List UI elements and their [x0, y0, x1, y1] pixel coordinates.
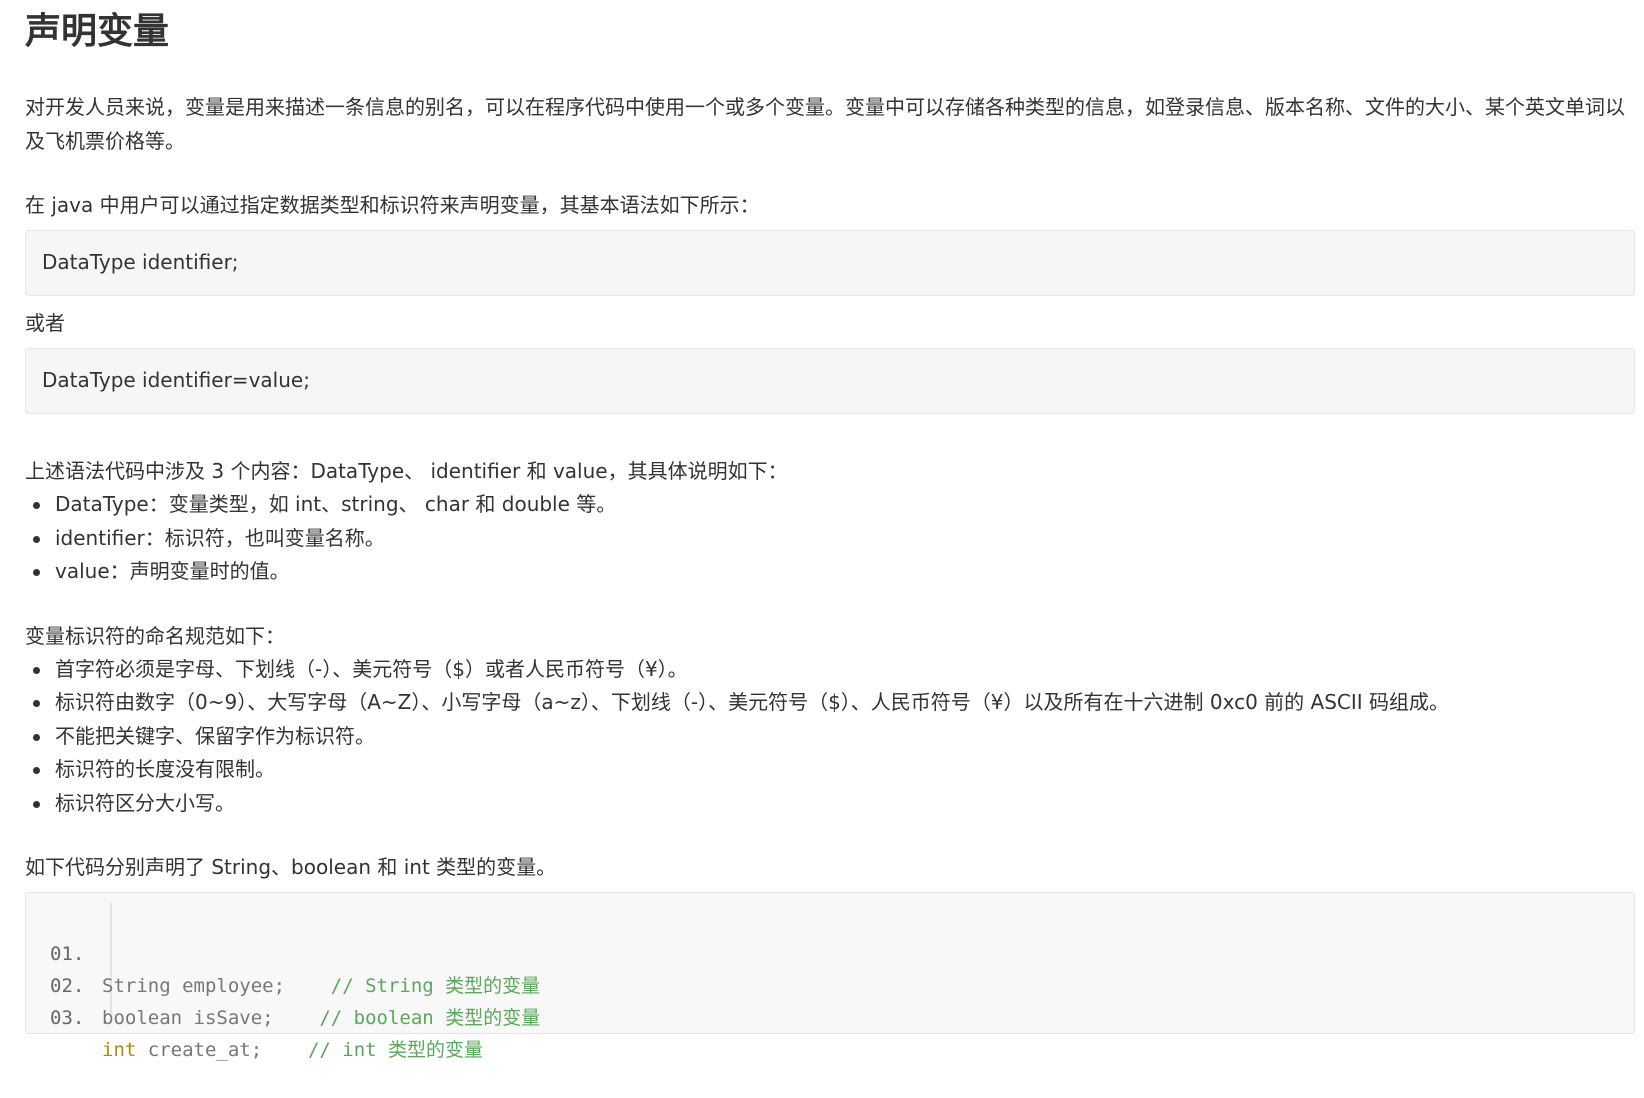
- bullet-icon: [33, 733, 40, 741]
- bullet-icon: [33, 502, 40, 509]
- explain-intro-paragraph: 上述语法代码中涉及 3 个内容：DataType、 identifier 和 v…: [25, 459, 788, 483]
- list-item: 标识符的长度没有限制。: [25, 753, 1635, 787]
- list-item-text: identifier：标识符，也叫变量名称。: [55, 525, 385, 550]
- bullet-icon: [33, 700, 40, 707]
- example-intro-paragraph: 如下代码分别声明了 String、boolean 和 int 类型的变量。: [25, 855, 557, 879]
- list-item-text: value：声明变量时的值。: [55, 559, 290, 583]
- list-item: 标识符由数字（0~9）、大写字母（A~Z）、小写字母（a~z）、下划线（-）、美…: [25, 686, 1635, 720]
- list-item: identifier：标识符，也叫变量名称。: [25, 522, 1635, 556]
- article-body: 声明变量 对开发人员来说，变量是用来描述一条信息的别名，可以在程序代码中使用一个…: [25, 0, 1635, 1061]
- code-line: 01. String employee; // String 类型的变量: [26, 906, 540, 997]
- list-item-text: 不能把关键字、保留字作为标识符。: [55, 723, 375, 748]
- syntax-code-block-2: DataType identifier=value;: [25, 348, 1635, 414]
- code-comment: // boolean 类型的变量: [319, 1007, 541, 1029]
- explain-list: DataType：变量类型，如 int、string、 char 和 doubl…: [25, 488, 1635, 589]
- bullet-icon: [33, 569, 40, 576]
- syntax-code-block-1: DataType identifier;: [25, 230, 1635, 296]
- list-item: 标识符区分大小写。: [25, 787, 1635, 821]
- code-text: boolean isSave; // boolean 类型的变量: [102, 1002, 540, 1034]
- naming-intro-paragraph: 变量标识符的命名规范如下：: [25, 623, 285, 648]
- syntax-intro-paragraph: 在 java 中用户可以通过指定数据类型和标识符来声明变量，其基本语法如下所示：: [25, 193, 760, 217]
- list-item-text: 标识符的长度没有限制。: [55, 757, 275, 781]
- code-text: String employee; // String 类型的变量: [102, 970, 540, 1002]
- naming-rules-list: 首字符必须是字母、下划线（-）、美元符号（$）或者人民币符号（¥）。 标识符由数…: [25, 653, 1635, 821]
- intro-paragraph: 对开发人员来说，变量是用来描述一条信息的别名，可以在程序代码中使用一个或多个变量…: [25, 95, 1625, 153]
- list-item-text: 首字符必须是字母、下划线（-）、美元符号（$）或者人民币符号（¥）。: [55, 656, 688, 681]
- code-line: 02. boolean isSave; // boolean 类型的变量: [26, 938, 540, 1029]
- bullet-icon: [33, 767, 40, 774]
- code-keyword: int: [102, 1039, 137, 1061]
- or-text: 或者: [25, 311, 65, 335]
- bullet-icon: [33, 535, 40, 543]
- list-item-text: 标识符区分大小写。: [55, 790, 235, 815]
- list-item: value：声明变量时的值。: [25, 555, 1635, 589]
- code-statement: boolean isSave;: [102, 1007, 274, 1029]
- code-text: int create_at; // int 类型的变量: [102, 1034, 483, 1066]
- code-statement: String employee;: [102, 975, 286, 997]
- code-statement: create_at;: [136, 1039, 263, 1061]
- page-title: 声明变量: [25, 11, 170, 52]
- bullet-icon: [33, 800, 40, 808]
- bullet-icon: [33, 666, 40, 674]
- list-item: 不能把关键字、保留字作为标识符。: [25, 720, 1635, 754]
- code-comment: // int 类型的变量: [307, 1039, 484, 1061]
- list-item-text: 标识符由数字（0~9）、大写字母（A~Z）、小写字母（a~z）、下划线（-）、美…: [55, 690, 1450, 714]
- code-listing: 01. String employee; // String 类型的变量 02.…: [25, 892, 1635, 1061]
- list-item: 首字符必须是字母、下划线（-）、美元符号（$）或者人民币符号（¥）。: [25, 653, 1635, 687]
- line-number: 03.: [50, 1007, 85, 1029]
- code-comment: // String 类型的变量: [330, 975, 541, 997]
- list-item-text: DataType：变量类型，如 int、string、 char 和 doubl…: [55, 492, 617, 516]
- list-item: DataType：变量类型，如 int、string、 char 和 doubl…: [25, 488, 1635, 522]
- code-line: 03. int create_at; // int 类型的变量: [26, 970, 483, 1061]
